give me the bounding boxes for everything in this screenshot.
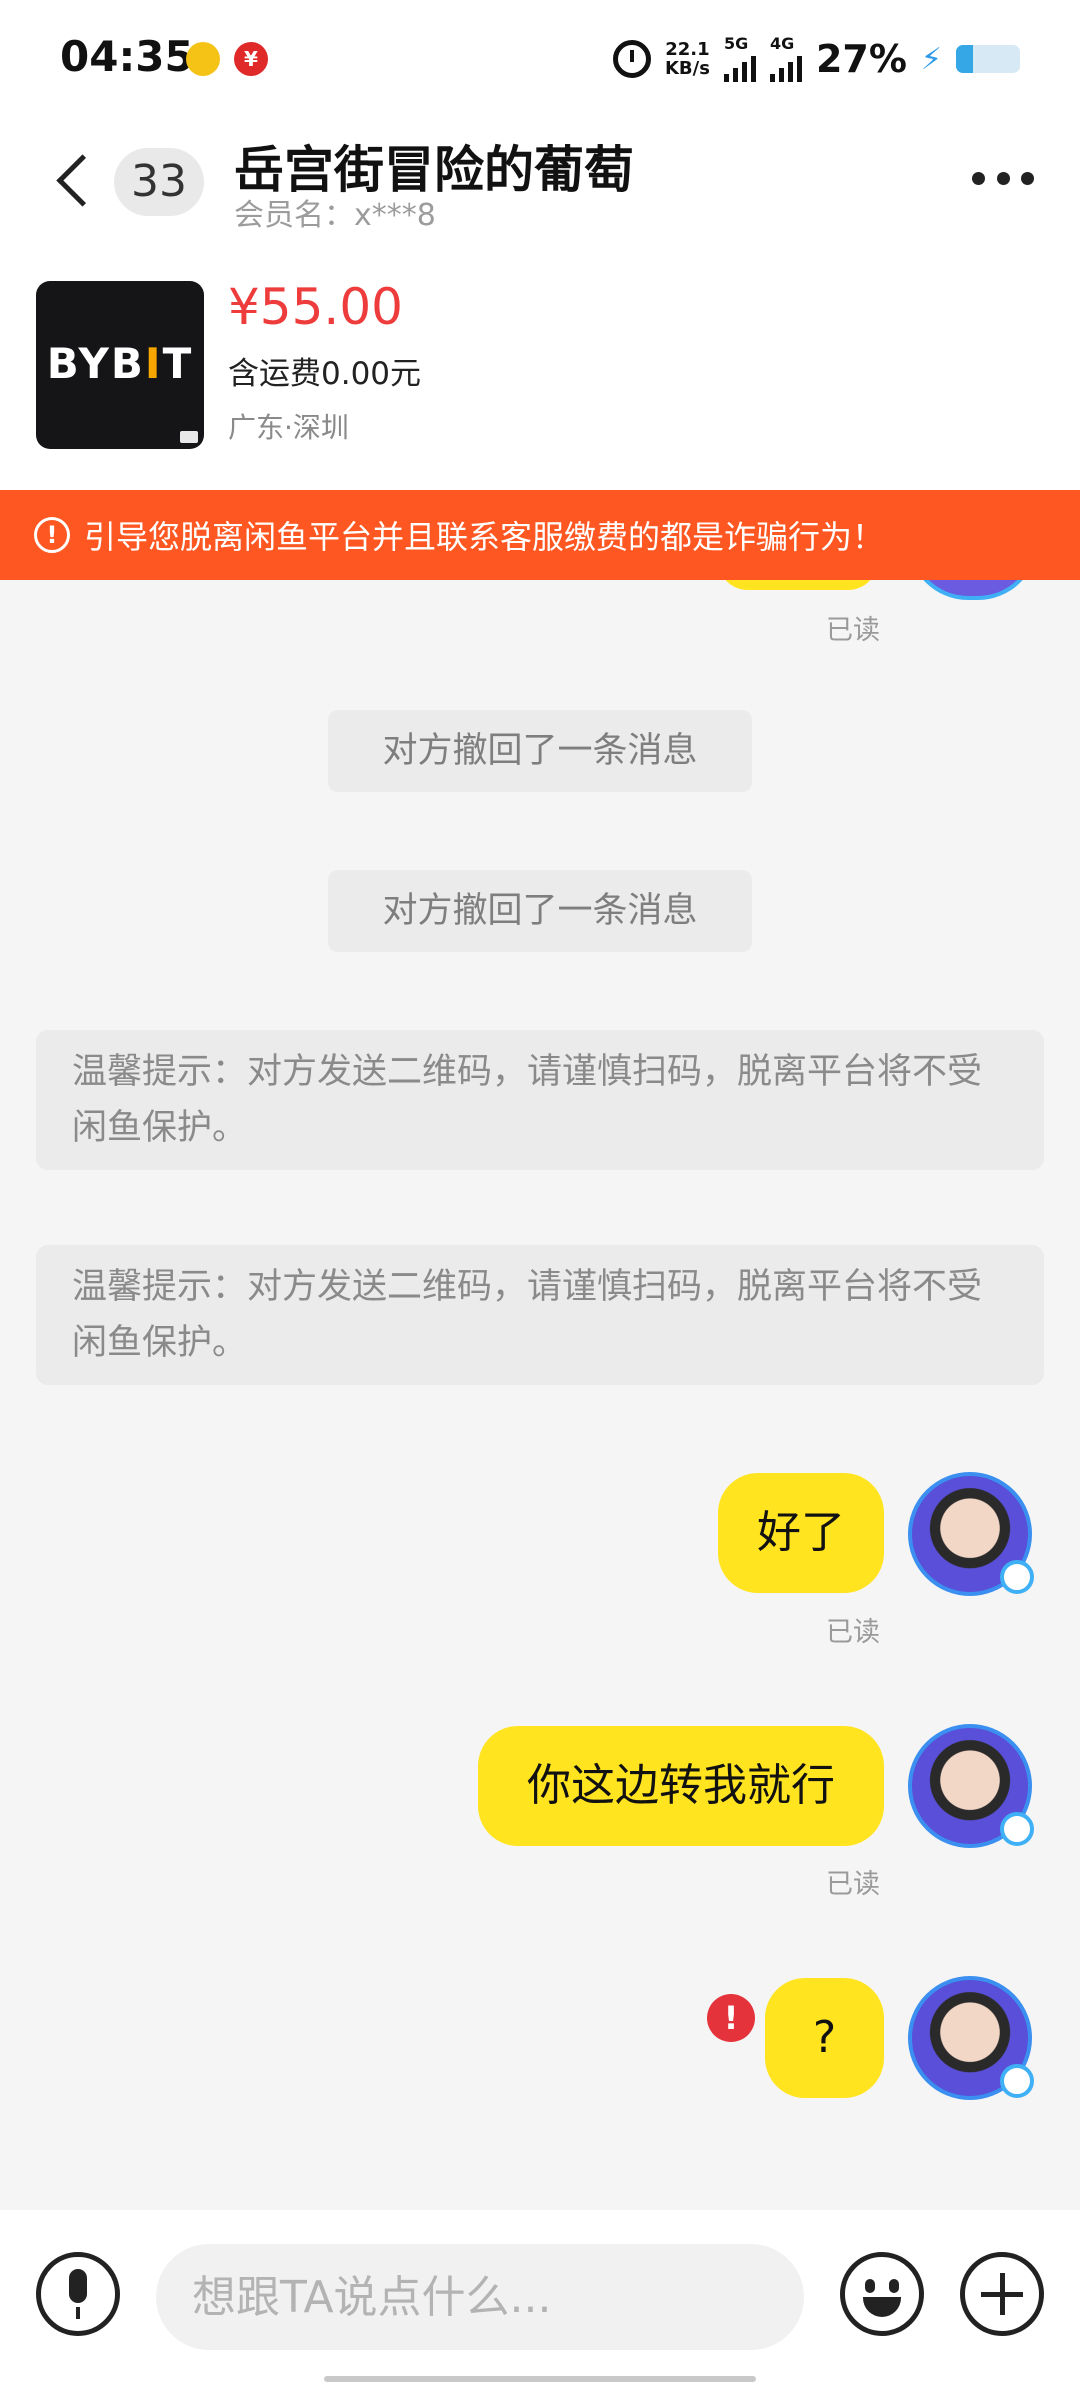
status-bar: 04:35 ¥ 22.1 KB/s 5G 4G 27% ⚡	[0, 0, 1080, 118]
avatar-partial	[908, 580, 1038, 600]
message-bubble[interactable]: 你这边转我就行	[478, 1726, 884, 1846]
home-indicator[interactable]	[324, 2376, 756, 2382]
recall-notice: 对方撤回了一条消息	[328, 870, 752, 952]
sim1-label: 5G	[723, 34, 749, 53]
app-notification-icon	[186, 42, 220, 76]
network-speed-unit: KB/s	[664, 58, 710, 79]
read-receipt: 已读	[826, 1869, 880, 1900]
charging-icon: ⚡	[920, 41, 942, 77]
message-bubble-partial	[718, 580, 878, 590]
message-input[interactable]	[156, 2244, 804, 2350]
avatar-badge-icon	[1000, 1812, 1034, 1846]
battery-level-fill	[956, 45, 974, 73]
more-icon[interactable]	[972, 166, 1034, 190]
member-name: 会员名：x***8	[234, 198, 436, 233]
network-speed: 22.1 KB/s	[665, 40, 710, 78]
battery-icon	[956, 45, 1020, 73]
thumbnail-tag	[180, 431, 198, 443]
app-notification-icon: ¥	[234, 42, 268, 76]
recall-notice: 对方撤回了一条消息	[328, 710, 752, 792]
network-speed-value: 22.1	[665, 39, 710, 60]
warning-text: 引导您脱离闲鱼平台并且联系客服缴费的都是诈骗行为！	[84, 518, 885, 556]
product-price: ¥55.00	[228, 278, 403, 336]
send-failed-icon[interactable]: !	[707, 1994, 755, 2042]
sim2-label: 4G	[769, 34, 795, 53]
message-bubble[interactable]: 好了	[718, 1473, 884, 1593]
battery-percent: 27%	[815, 37, 907, 81]
signal-icon	[769, 52, 802, 82]
status-indicators: 22.1 KB/s 5G 4G 27% ⚡	[612, 34, 1020, 84]
product-location: 广东·深圳	[228, 411, 349, 444]
unread-count-badge[interactable]: 33	[114, 148, 204, 216]
chat-header: 33 岳宫街冒险的葡萄 会员名：x***8 BYBIT ¥55.00 含运费0.…	[0, 118, 1080, 490]
logo-part: BYB	[46, 339, 145, 388]
voice-input-button[interactable]	[36, 2252, 120, 2336]
avatar-badge-icon	[1000, 1560, 1034, 1594]
message-bubble[interactable]: ?	[765, 1978, 884, 2098]
read-receipt: 已读	[826, 1617, 880, 1648]
read-receipt: 已读	[826, 615, 880, 646]
emoji-button[interactable]	[840, 2252, 924, 2336]
safety-tip: 温馨提示：对方发送二维码，请谨慎扫码，脱离平台将不受闲鱼保护。	[36, 1030, 1044, 1170]
sim2-signal: 4G	[769, 34, 802, 82]
shipping-fee: 含运费0.00元	[228, 356, 422, 392]
more-actions-button[interactable]	[960, 2252, 1044, 2336]
safety-tip: 温馨提示：对方发送二维码，请谨慎扫码，脱离平台将不受闲鱼保护。	[36, 1245, 1044, 1385]
input-bar	[0, 2210, 1080, 2388]
product-logo: BYBIT	[36, 339, 204, 388]
signal-icon	[723, 52, 756, 82]
sim1-signal: 5G	[723, 34, 756, 82]
alert-icon: !	[34, 517, 70, 553]
alarm-icon	[612, 40, 651, 78]
chat-messages[interactable]: 已读 对方撤回了一条消息 对方撤回了一条消息 温馨提示：对方发送二维码，请谨慎扫…	[0, 580, 1080, 2210]
back-icon[interactable]	[54, 150, 94, 210]
logo-part: T	[162, 339, 194, 388]
status-time: 04:35	[60, 32, 194, 81]
product-thumbnail[interactable]: BYBIT	[36, 281, 204, 449]
fraud-warning-banner: ! 引导您脱离闲鱼平台并且联系客服缴费的都是诈骗行为！	[0, 490, 1080, 580]
avatar-badge-icon	[1000, 2064, 1034, 2098]
logo-part: I	[144, 339, 163, 388]
